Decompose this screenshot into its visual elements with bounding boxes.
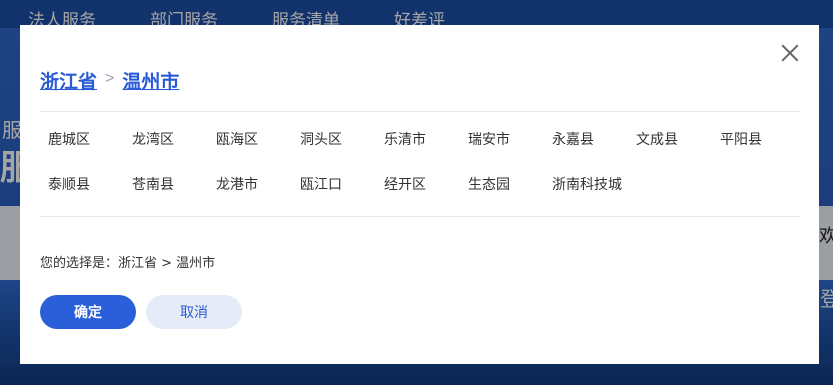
confirm-button[interactable]: 确定 xyxy=(40,295,136,329)
divider xyxy=(40,111,800,112)
district-item[interactable]: 浙南科技城 xyxy=(552,174,622,194)
district-item[interactable]: 永嘉县 xyxy=(552,129,594,149)
divider xyxy=(40,216,800,217)
district-item[interactable]: 龙港市 xyxy=(216,174,258,194)
district-item[interactable]: 乐清市 xyxy=(384,129,426,149)
district-item[interactable]: 瓯江口 xyxy=(300,174,342,194)
selection-summary: 您的选择是：浙江省 > 温州市 xyxy=(40,256,216,271)
region-picker-modal: 浙江省 > 温州市 鹿城区 龙湾区 瓯海区 洞头区 乐清市 瑞安市 永嘉县 文成… xyxy=(20,25,819,364)
district-item[interactable]: 经开区 xyxy=(384,174,426,194)
district-row: 泰顺县 苍南县 龙港市 瓯江口 经开区 生态园 浙南科技城 xyxy=(48,174,808,219)
cancel-button[interactable]: 取消 xyxy=(146,295,242,329)
district-item[interactable]: 洞头区 xyxy=(300,129,342,149)
district-item[interactable]: 泰顺县 xyxy=(48,174,90,194)
breadcrumb: 浙江省 > 温州市 xyxy=(40,67,179,94)
breadcrumb-province[interactable]: 浙江省 xyxy=(40,67,97,94)
district-item[interactable]: 鹿城区 xyxy=(48,129,90,149)
district-row: 鹿城区 龙湾区 瓯海区 洞头区 乐清市 瑞安市 永嘉县 文成县 平阳县 xyxy=(48,129,808,174)
district-item[interactable]: 龙湾区 xyxy=(132,129,174,149)
chevron-right-icon: > xyxy=(105,70,115,87)
district-item[interactable]: 瑞安市 xyxy=(468,129,510,149)
district-item[interactable]: 生态园 xyxy=(468,174,510,194)
district-grid: 鹿城区 龙湾区 瓯海区 洞头区 乐清市 瑞安市 永嘉县 文成县 平阳县 泰顺县 … xyxy=(48,129,808,219)
district-item[interactable]: 平阳县 xyxy=(720,129,762,149)
close-icon[interactable] xyxy=(780,43,800,63)
district-item[interactable]: 文成县 xyxy=(636,129,678,149)
district-item[interactable]: 瓯海区 xyxy=(216,129,258,149)
district-item[interactable]: 苍南县 xyxy=(132,174,174,194)
breadcrumb-city[interactable]: 温州市 xyxy=(122,67,179,94)
